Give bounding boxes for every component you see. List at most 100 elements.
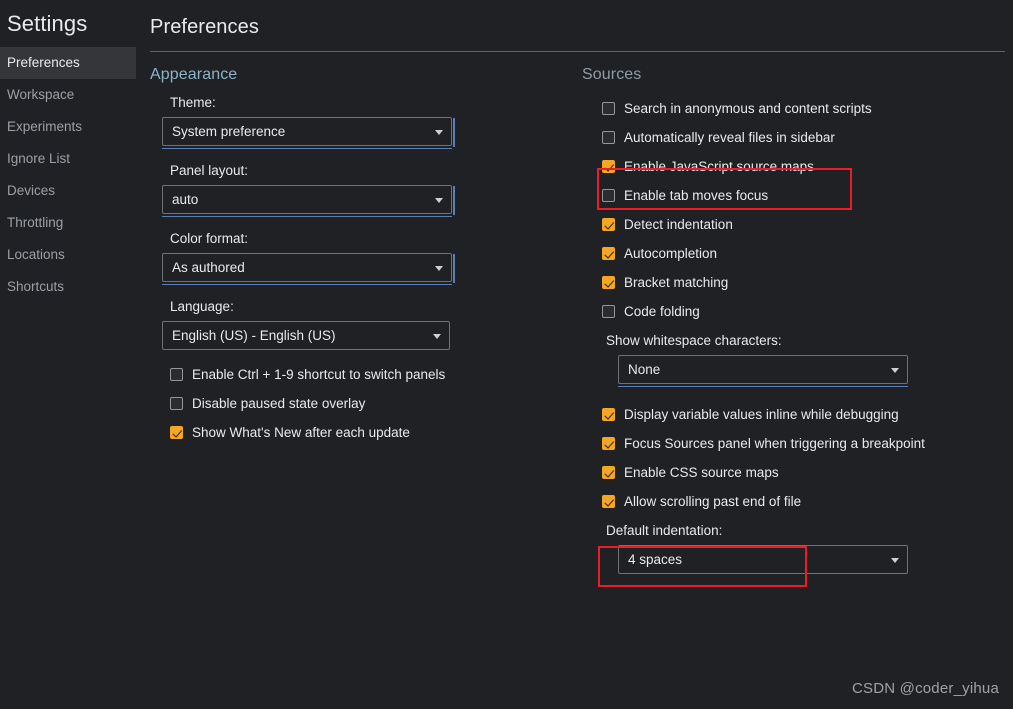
checkbox-label: Autocompletion	[624, 245, 717, 262]
checkbox-empty-icon[interactable]	[602, 189, 615, 202]
checkmark-icon[interactable]	[602, 247, 615, 260]
sidebar-item-experiments[interactable]: Experiments	[0, 111, 136, 143]
color-format-select-underline	[162, 284, 452, 285]
checkbox-label: Bracket matching	[624, 274, 728, 291]
sidebar-item-label: Experiments	[7, 119, 82, 134]
sources-checkbox-list-mid: Display variable values inline while deb…	[580, 400, 1013, 516]
checkbox-label: Display variable values inline while deb…	[624, 406, 899, 423]
sidebar-item-shortcuts[interactable]: Shortcuts	[0, 271, 136, 303]
whitespace-select-underline	[618, 386, 908, 387]
checkbox-row-display-variable-values-inline-while-debugging[interactable]: Display variable values inline while deb…	[580, 400, 1013, 429]
settings-main: Preferences Appearance Theme: System pre…	[136, 0, 1013, 709]
indentation-select[interactable]: 4 spaces	[618, 545, 908, 574]
theme-select[interactable]: System preference	[162, 117, 452, 146]
checkmark-icon[interactable]	[170, 426, 183, 439]
whitespace-select-wrap: None	[580, 355, 1013, 387]
language-select[interactable]: English (US) - English (US)	[162, 321, 450, 350]
checkbox-label: Enable JavaScript source maps	[624, 158, 814, 175]
checkbox-empty-icon[interactable]	[170, 397, 183, 410]
sidebar-item-label: Shortcuts	[7, 279, 64, 294]
checkbox-label: Show What's New after each update	[192, 424, 410, 441]
select-focus-tick	[453, 254, 455, 283]
sidebar-title: Settings	[0, 6, 136, 47]
panel-layout-select-value: auto	[172, 192, 198, 207]
checkbox-row-enable-ctrl-1-9-shortcut-to-switch-panels[interactable]: Enable Ctrl + 1-9 shortcut to switch pan…	[148, 360, 580, 389]
checkbox-row-autocompletion[interactable]: Autocompletion	[580, 239, 1013, 268]
checkbox-empty-icon[interactable]	[170, 368, 183, 381]
checkbox-row-enable-css-source-maps[interactable]: Enable CSS source maps	[580, 458, 1013, 487]
checkbox-row-automatically-reveal-files-in-sidebar[interactable]: Automatically reveal files in sidebar	[580, 123, 1013, 152]
color-format-select[interactable]: As authored	[162, 253, 452, 282]
checkbox-row-enable-javascript-source-maps[interactable]: Enable JavaScript source maps	[580, 152, 1013, 181]
color-format-select-wrap: As authored	[148, 253, 580, 285]
language-select-wrap: English (US) - English (US)	[148, 321, 580, 350]
select-focus-tick	[453, 186, 455, 215]
panel-layout-field: Panel layout:	[148, 162, 580, 179]
sidebar-item-preferences[interactable]: Preferences	[0, 47, 136, 79]
checkbox-row-detect-indentation[interactable]: Detect indentation	[580, 210, 1013, 239]
checkbox-row-enable-tab-moves-focus[interactable]: Enable tab moves focus	[580, 181, 1013, 210]
checkmark-icon[interactable]	[602, 276, 615, 289]
theme-label: Theme:	[170, 94, 580, 111]
chevron-down-icon	[435, 266, 443, 271]
whitespace-label: Show whitespace characters:	[606, 332, 1013, 349]
theme-select-value: System preference	[172, 124, 285, 139]
sidebar-item-devices[interactable]: Devices	[0, 175, 136, 207]
checkbox-row-search-in-anonymous-and-content-scripts[interactable]: Search in anonymous and content scripts	[580, 94, 1013, 123]
color-format-field: Color format:	[148, 230, 580, 247]
checkmark-icon[interactable]	[602, 408, 615, 421]
checkbox-label: Enable Ctrl + 1-9 shortcut to switch pan…	[192, 366, 445, 383]
checkmark-icon[interactable]	[602, 160, 615, 173]
checkbox-row-show-what-s-new-after-each-update[interactable]: Show What's New after each update	[148, 418, 580, 447]
language-select-value: English (US) - English (US)	[172, 328, 336, 343]
sidebar-item-throttling[interactable]: Throttling	[0, 207, 136, 239]
checkmark-icon[interactable]	[602, 437, 615, 450]
checkbox-row-bracket-matching[interactable]: Bracket matching	[580, 268, 1013, 297]
sources-checkbox-list-top: Search in anonymous and content scriptsA…	[580, 94, 1013, 326]
checkbox-label: Focus Sources panel when triggering a br…	[624, 435, 925, 452]
checkmark-icon[interactable]	[602, 218, 615, 231]
language-label: Language:	[170, 298, 580, 315]
checkbox-row-focus-sources-panel-when-triggering-a-breakpoint[interactable]: Focus Sources panel when triggering a br…	[580, 429, 1013, 458]
theme-select-wrap: System preference	[148, 117, 580, 149]
sidebar-item-ignore-list[interactable]: Ignore List	[0, 143, 136, 175]
chevron-down-icon	[433, 334, 441, 339]
checkmark-icon[interactable]	[602, 495, 615, 508]
settings-window: Settings Preferences Workspace Experiments…	[0, 0, 1013, 709]
checkbox-label: Enable CSS source maps	[624, 464, 779, 481]
sidebar-item-label: Preferences	[7, 55, 80, 70]
watermark: CSDN @coder_yihua	[852, 680, 999, 697]
panel-layout-label: Panel layout:	[170, 162, 580, 179]
chevron-down-icon	[891, 368, 899, 373]
checkbox-row-disable-paused-state-overlay[interactable]: Disable paused state overlay	[148, 389, 580, 418]
checkmark-icon[interactable]	[602, 466, 615, 479]
color-format-label: Color format:	[170, 230, 580, 247]
appearance-checkbox-list: Enable Ctrl + 1-9 shortcut to switch pan…	[148, 360, 580, 447]
checkbox-label: Disable paused state overlay	[192, 395, 365, 412]
checkbox-row-allow-scrolling-past-end-of-file[interactable]: Allow scrolling past end of file	[580, 487, 1013, 516]
sidebar-item-workspace[interactable]: Workspace	[0, 79, 136, 111]
panel-layout-select-underline	[162, 216, 452, 217]
whitespace-select-value: None	[628, 362, 660, 377]
sidebar-item-label: Ignore List	[7, 151, 70, 166]
checkbox-label: Allow scrolling past end of file	[624, 493, 801, 510]
checkbox-label: Code folding	[624, 303, 700, 320]
panel-layout-select-wrap: auto	[148, 185, 580, 217]
whitespace-select[interactable]: None	[618, 355, 908, 384]
appearance-column: Appearance Theme: System preference Pane…	[148, 66, 580, 587]
sidebar-item-label: Workspace	[7, 87, 74, 102]
checkbox-empty-icon[interactable]	[602, 102, 615, 115]
panel-layout-select[interactable]: auto	[162, 185, 452, 214]
checkbox-row-code-folding[interactable]: Code folding	[580, 297, 1013, 326]
settings-sidebar: Settings Preferences Workspace Experiments…	[0, 0, 136, 709]
select-focus-tick	[453, 118, 455, 147]
sidebar-item-locations[interactable]: Locations	[0, 239, 136, 271]
color-format-select-value: As authored	[172, 260, 245, 275]
settings-columns: Appearance Theme: System preference Pane…	[148, 52, 1013, 587]
sidebar-item-label: Devices	[7, 183, 55, 198]
sources-section-title: Sources	[580, 66, 1013, 94]
indentation-field: Default indentation:	[580, 522, 1013, 539]
checkbox-empty-icon[interactable]	[602, 131, 615, 144]
checkbox-empty-icon[interactable]	[602, 305, 615, 318]
sidebar-item-list: Preferences Workspace Experiments Ignore Li…	[0, 47, 136, 303]
